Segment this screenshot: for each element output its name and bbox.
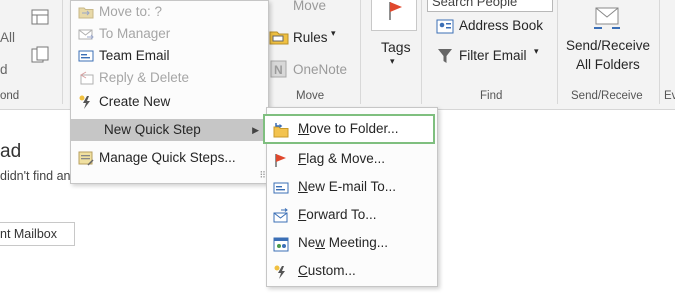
submenu-item-move-to-folder[interactable]: Move to Folder... — [263, 114, 435, 144]
ribbon-separator — [557, 0, 558, 104]
submenu-item-new-meeting[interactable]: New Meeting... — [267, 230, 437, 256]
svg-text:N: N — [274, 63, 283, 77]
menu-item-new-quick-step[interactable]: New Quick Step ▶ — [71, 119, 268, 141]
find-group-label: Find — [480, 90, 503, 102]
submenu-item-custom[interactable]: Custom... — [267, 258, 437, 284]
menu-item-label: New Quick Step — [104, 122, 201, 137]
forward-envelope-icon — [78, 26, 94, 42]
send-receive-line2: All Folders — [576, 57, 640, 72]
filter-icon — [437, 48, 453, 64]
manage-quick-steps-icon — [78, 150, 94, 166]
submenu-item-label: New E-mail To... — [298, 179, 397, 194]
custom-lightning-icon — [273, 263, 289, 279]
reading-heading: ad — [0, 141, 22, 162]
reply-envelope-icon — [78, 70, 94, 86]
flag-icon — [389, 2, 402, 20]
menu-item-manage-quick-steps[interactable]: Manage Quick Steps... — [71, 147, 268, 169]
submenu-item-forward-to[interactable]: Forward To... — [267, 202, 437, 228]
ribbon-cut-group-label-right: Ev — [664, 90, 675, 102]
submenu-item-flag-move[interactable]: Flag & Move... — [267, 146, 437, 172]
rules-button[interactable]: Rules ▾ — [266, 26, 346, 48]
menu-item-team-email[interactable]: Team Email — [71, 45, 268, 67]
reading-body-text: didn't find any — [0, 169, 77, 183]
menu-item-label: Reply & Delete — [99, 70, 190, 85]
ribbon-separator — [421, 0, 422, 104]
onenote-icon: N — [270, 60, 288, 78]
mailbox-field[interactable]: nt Mailbox — [0, 222, 75, 246]
folder-arrow-icon — [78, 4, 94, 20]
submenu-item-label: Custom... — [298, 263, 356, 278]
chevron-down-icon: ▾ — [534, 46, 539, 56]
menu-item-reply-delete[interactable]: Reply & Delete — [71, 67, 268, 89]
ribbon-cut-icon-top[interactable] — [31, 8, 49, 26]
send-receive-all-folders-button[interactable]: Send/Receive All Folders — [562, 0, 657, 80]
onenote-button-label: OneNote — [293, 62, 348, 77]
quick-steps-menu: Move to: ? To Manager Team Email Reply &… — [70, 0, 269, 184]
search-people-placeholder: Search People — [432, 0, 518, 9]
tags-button[interactable]: Tags ▾ — [371, 0, 417, 80]
forward-icon — [273, 207, 289, 223]
chevron-down-icon: ▾ — [331, 28, 336, 38]
lightning-icon — [78, 94, 94, 110]
menu-item-label: Create New — [99, 94, 171, 109]
move-button-label: Move — [293, 0, 327, 13]
filter-email-label: Filter Email — [459, 48, 527, 63]
ribbon-separator — [360, 0, 361, 104]
menu-item-move-to[interactable]: Move to: ? — [71, 1, 268, 23]
rules-icon — [269, 29, 289, 45]
submenu-arrow-icon: ▶ — [252, 125, 259, 135]
menu-item-create-new[interactable]: Create New — [71, 91, 268, 113]
send-receive-icon — [592, 2, 622, 32]
menu-item-label: Team Email — [99, 48, 170, 63]
menu-item-label: Move to: ? — [99, 4, 163, 19]
mailbox-text: nt Mailbox — [0, 227, 57, 241]
ribbon-cut-group-label: ond — [0, 90, 20, 102]
submenu-item-label: New Meeting... — [298, 235, 389, 250]
flag-icon-box — [371, 0, 417, 31]
ribbon-cut-label-d[interactable]: d — [0, 62, 8, 77]
menu-item-label: Manage Quick Steps... — [99, 150, 236, 165]
new-quick-step-submenu: Move to Folder... Flag & Move... New E-m… — [263, 107, 438, 287]
resize-grip[interactable]: ⠿ — [259, 170, 266, 181]
ribbon-separator — [62, 0, 63, 104]
rules-button-label: Rules — [293, 30, 328, 45]
chevron-down-icon: ▾ — [390, 56, 395, 66]
ribbon-cut-label-all[interactable]: All — [0, 30, 15, 45]
menu-item-label: To Manager — [99, 26, 171, 41]
folder-move-icon — [273, 121, 289, 138]
ribbon-separator — [659, 0, 660, 104]
move-button[interactable]: Move — [270, 0, 340, 16]
send-receive-line1: Send/Receive — [566, 38, 651, 53]
address-book-icon — [436, 17, 454, 35]
submenu-item-label: Forward To... — [298, 207, 377, 222]
submenu-item-label: Move to Folder... — [298, 121, 399, 136]
submenu-item-label: Flag & Move... — [298, 151, 386, 166]
address-book-label: Address Book — [459, 18, 544, 33]
meeting-icon — [273, 235, 289, 252]
ribbon-cut-icon-bottom[interactable] — [31, 46, 49, 64]
submenu-item-new-email-to[interactable]: New E-mail To... — [267, 174, 437, 200]
new-email-icon — [273, 179, 289, 195]
menu-item-to-manager[interactable]: To Manager — [71, 23, 268, 45]
search-people-input[interactable]: Search People — [427, 0, 553, 12]
envelope-icon — [78, 48, 94, 64]
filter-email-button[interactable]: Filter Email ▾ — [431, 44, 556, 68]
tags-button-label: Tags — [381, 39, 411, 55]
send-receive-group-label: Send/Receive — [571, 90, 643, 102]
onenote-button[interactable]: N OneNote — [266, 58, 356, 80]
move-group-label: Move — [296, 90, 325, 102]
address-book-button[interactable]: Address Book — [431, 14, 556, 38]
flag-icon — [273, 151, 289, 167]
